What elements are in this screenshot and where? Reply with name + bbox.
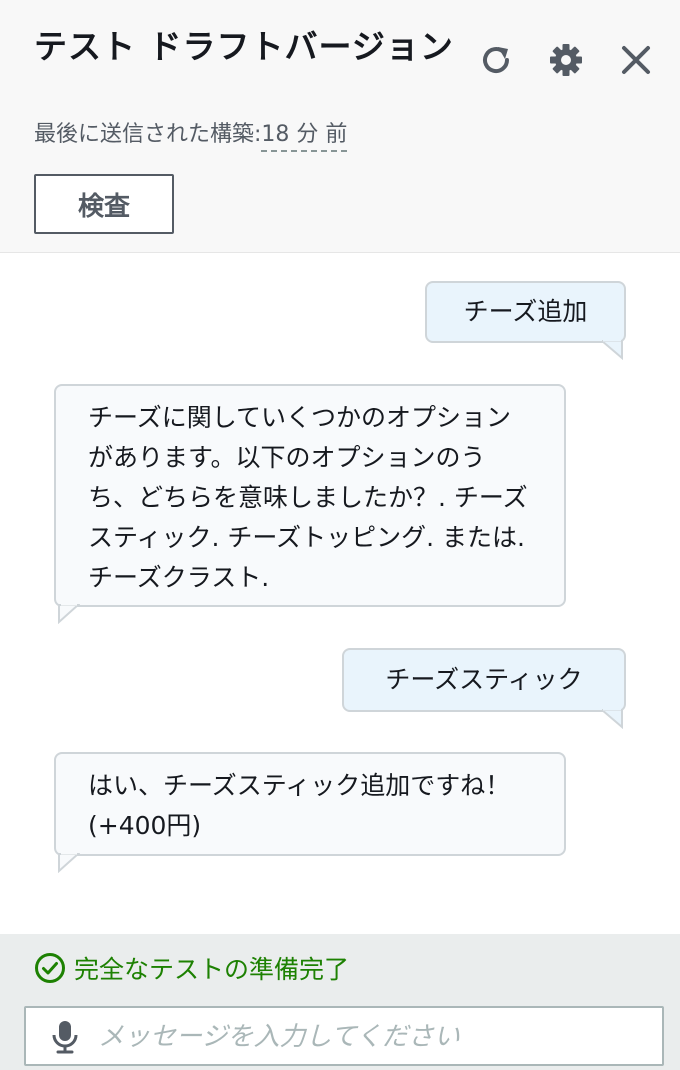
settings-button[interactable] (544, 38, 588, 82)
user-message: チーズスティック (342, 648, 626, 712)
chat-log: チーズ追加 チーズに関していくつかのオプションがあります。以下のオプションのうち… (0, 254, 680, 934)
status-indicator: 完全なテストの準備完了 (34, 950, 349, 986)
close-button[interactable] (614, 38, 658, 82)
user-message: チーズ追加 (425, 281, 626, 343)
last-build-time[interactable]: 18 分 前 (261, 122, 348, 152)
bot-message: チーズに関していくつかのオプションがあります。以下のオプションのうち、どちらを意… (54, 384, 566, 607)
status-text: 完全なテストの準備完了 (74, 955, 350, 984)
microphone-icon[interactable] (50, 1019, 80, 1055)
last-build-info: 最後に送信された構築:18 分 前 (34, 116, 348, 152)
bot-message: はい、チーズスティック追加ですね！(+400円) (54, 752, 566, 856)
refresh-button[interactable] (474, 38, 518, 82)
page-title: テスト ドラフトバージョン (34, 27, 454, 66)
inspect-button[interactable]: 検査 (34, 174, 174, 234)
check-circle-icon (35, 953, 65, 983)
bot-bubble-tail (58, 604, 80, 624)
user-bubble-tail (602, 340, 623, 360)
refresh-icon (483, 47, 510, 74)
close-icon (622, 46, 650, 74)
header: テスト ドラフトバージョン 最後に送信された構築:18 分 前 検査 (0, 0, 680, 253)
bot-bubble-tail (58, 853, 80, 873)
test-footer: 完全なテストの準備完了 (0, 934, 680, 1070)
message-input[interactable] (96, 1014, 650, 1060)
last-build-label: 最後に送信された構築: (34, 122, 262, 147)
user-bubble-tail (602, 709, 623, 729)
gear-icon (550, 44, 582, 76)
message-input-container (24, 1006, 664, 1066)
